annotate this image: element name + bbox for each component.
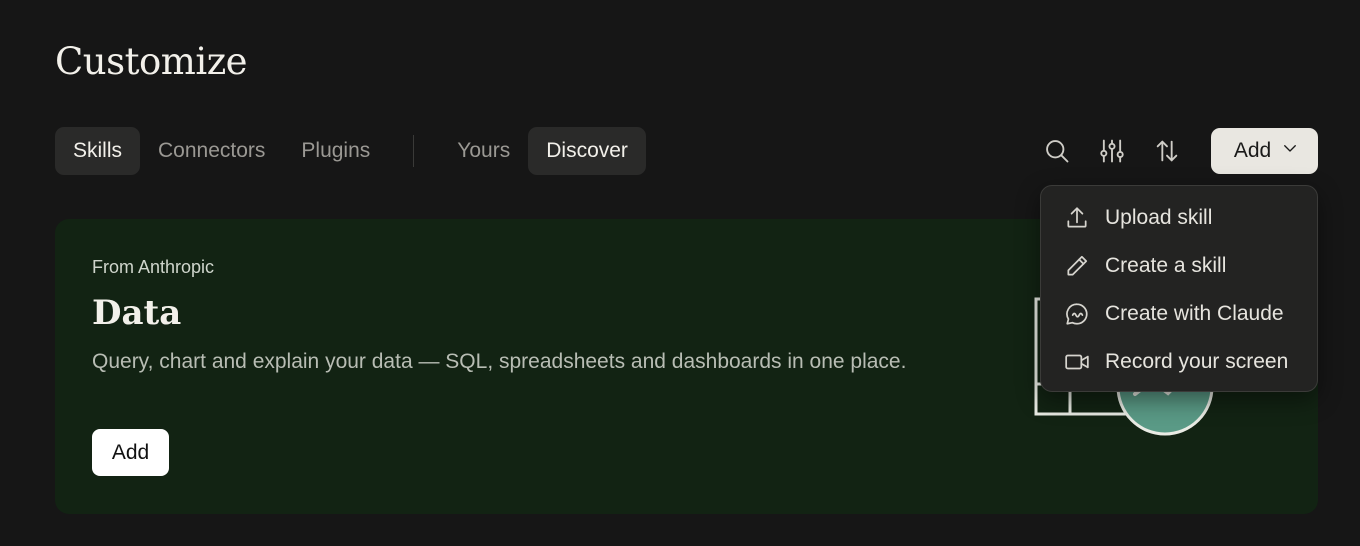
toolbar: Add xyxy=(1037,128,1318,174)
menu-item-record-screen[interactable]: Record your screen xyxy=(1041,338,1317,386)
tab-connectors[interactable]: Connectors xyxy=(140,127,283,175)
video-camera-icon xyxy=(1063,348,1091,376)
tab-yours[interactable]: Yours xyxy=(439,127,528,175)
menu-item-upload-skill[interactable]: Upload skill xyxy=(1041,194,1317,242)
chevron-down-icon xyxy=(1281,139,1299,163)
tab-skills[interactable]: Skills xyxy=(55,127,141,175)
page-title: Customize xyxy=(55,40,248,83)
add-button-label: Add xyxy=(1233,139,1272,162)
tab-discover[interactable]: Discover xyxy=(528,127,646,175)
chat-bubble-icon xyxy=(1063,300,1091,328)
menu-item-label: Upload skill xyxy=(1105,206,1213,229)
menu-item-label: Create a skill xyxy=(1105,254,1227,277)
add-dropdown-menu: Upload skill Create a skill Create with … xyxy=(1040,185,1318,392)
menu-item-label: Create with Claude xyxy=(1105,302,1284,325)
customize-page: Customize Skills Connectors Plugins Your… xyxy=(0,0,1360,546)
menu-item-label: Record your screen xyxy=(1105,350,1289,373)
tab-plugins[interactable]: Plugins xyxy=(283,127,388,175)
filter-sliders-icon[interactable] xyxy=(1092,131,1132,171)
tab-bar: Skills Connectors Plugins Yours Discover xyxy=(55,127,646,175)
search-icon[interactable] xyxy=(1037,131,1077,171)
tab-divider xyxy=(413,135,415,167)
banner-title: Data xyxy=(92,293,182,333)
add-button[interactable]: Add xyxy=(1211,128,1318,174)
pencil-icon xyxy=(1063,252,1091,280)
upload-icon xyxy=(1063,204,1091,232)
banner-eyebrow: From Anthropic xyxy=(92,257,215,277)
menu-item-create-skill[interactable]: Create a skill xyxy=(1041,242,1317,290)
menu-item-create-with-claude[interactable]: Create with Claude xyxy=(1041,290,1317,338)
banner-add-button[interactable]: Add xyxy=(92,429,169,476)
sort-icon[interactable] xyxy=(1147,131,1187,171)
banner-description: Query, chart and explain your data — SQL… xyxy=(92,350,907,373)
